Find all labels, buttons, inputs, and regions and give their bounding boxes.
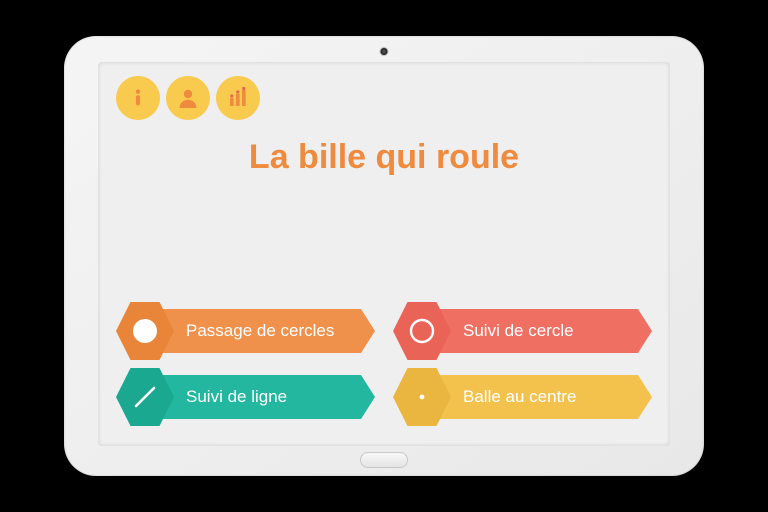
home-button[interactable] <box>360 452 408 468</box>
user-button[interactable] <box>166 76 210 120</box>
option-balle-au-centre[interactable]: Balle au centre <box>393 372 652 422</box>
info-button[interactable] <box>116 76 160 120</box>
option-suivi-de-cercle[interactable]: Suivi de cercle <box>393 306 652 356</box>
line-icon <box>130 382 160 412</box>
options-grid: Passage de cercles Suivi de cercle Suivi… <box>116 306 652 422</box>
app-screen: La bille qui roule Passage de cercles Su… <box>98 62 670 446</box>
ring-icon <box>407 316 437 346</box>
camera-dot <box>380 47 389 56</box>
option-label: Passage de cercles <box>186 321 334 341</box>
option-suivi-de-ligne[interactable]: Suivi de ligne <box>116 372 375 422</box>
option-label: Suivi de ligne <box>186 387 287 407</box>
info-icon <box>127 87 149 109</box>
filled-circle-icon <box>130 316 160 346</box>
user-icon <box>176 86 200 110</box>
option-label: Suivi de cercle <box>463 321 574 341</box>
option-passage-de-cercles[interactable]: Passage de cercles <box>116 306 375 356</box>
page-title: La bille qui roule <box>116 138 652 177</box>
top-icon-row <box>116 76 652 120</box>
stats-icon <box>226 86 250 110</box>
option-label: Balle au centre <box>463 387 576 407</box>
dot-icon <box>407 382 437 412</box>
tablet-frame: La bille qui roule Passage de cercles Su… <box>64 36 704 476</box>
stats-button[interactable] <box>216 76 260 120</box>
